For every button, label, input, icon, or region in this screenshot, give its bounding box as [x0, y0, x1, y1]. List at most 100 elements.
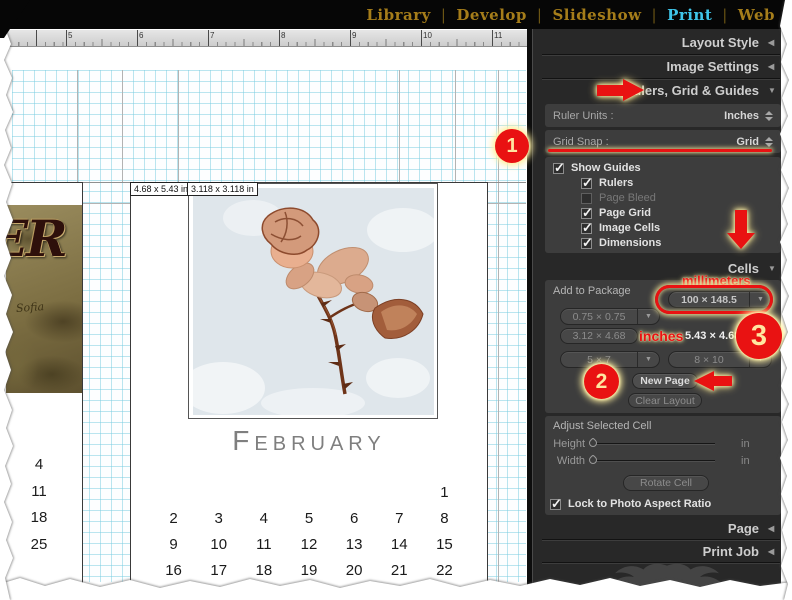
- ruler-number: 11: [494, 31, 502, 40]
- grid-guide-vertical: [455, 70, 456, 182]
- cells-content-box: Add to Package 0.75 × 0.75 ▼ 100 × 148.5…: [545, 280, 781, 413]
- slider-knob[interactable]: [587, 454, 598, 465]
- divider: [542, 78, 780, 80]
- divider: [542, 539, 780, 541]
- calendar-day: 2: [151, 505, 196, 531]
- ruler-units-select[interactable]: Ruler Units : Inches: [545, 104, 781, 127]
- width-slider[interactable]: Width in: [545, 454, 750, 468]
- add-to-package-label: Add to Package: [553, 285, 631, 297]
- calendar-day: 15: [422, 531, 467, 557]
- calendar-day: 5: [286, 505, 331, 531]
- height-slider[interactable]: Height in: [545, 437, 750, 451]
- calendar-day: 8: [422, 505, 467, 531]
- calendar-cell-left[interactable]: ER Sofia 4111825: [6, 182, 83, 600]
- lock-aspect-ratio-checkbox[interactable]: Lock to Photo Aspect Ratio: [550, 497, 711, 511]
- preset-button-0-75x0-75[interactable]: 0.75 × 0.75 ▼: [560, 308, 660, 325]
- calendar-day: 3: [196, 505, 241, 531]
- panel-header-label: Image Settings: [667, 59, 759, 74]
- slider-track[interactable]: [593, 460, 715, 462]
- calendar-day: 13: [332, 531, 377, 557]
- calendar-day: [332, 479, 377, 505]
- print-canvas: 567891011 ER Sofia 4111825 4.68 x 5.43 i…: [0, 29, 527, 600]
- calendar-day: [241, 479, 286, 505]
- rose-photo: [193, 188, 434, 415]
- width-unit: in: [741, 455, 750, 467]
- module-tab-print[interactable]: Print: [667, 6, 712, 24]
- guide-label: Page Bleed: [599, 192, 656, 204]
- height-unit: in: [741, 438, 750, 450]
- ruler-major-ticks: [0, 30, 527, 47]
- guide-checkbox-dimensions[interactable]: Dimensions: [581, 236, 661, 250]
- show-guides-checkbox[interactable]: Show Guides: [553, 161, 641, 175]
- checkbox-icon: [581, 238, 592, 249]
- preset-button-5x7[interactable]: 5 × 7 ▼: [560, 351, 660, 368]
- module-tab-develop[interactable]: Develop: [456, 6, 527, 24]
- ruler-units-value: Inches: [724, 110, 759, 122]
- dropdown-arrow-icon[interactable]: ▼: [749, 292, 771, 307]
- left-cell-day-numbers: 4111825: [6, 183, 82, 599]
- calendar-day: 28: [377, 583, 422, 600]
- calendar-day: 25: [26, 536, 52, 553]
- module-tab-library[interactable]: Library: [366, 6, 430, 24]
- panel-header-rulers-grid-guides[interactable]: Rulers, Grid & Guides ▼: [542, 82, 780, 98]
- cell-dimension-label: 4.68 x 5.43 in: [130, 182, 192, 196]
- grid-guide-vertical: [498, 70, 499, 582]
- collapse-left-icon: ◀: [768, 38, 780, 47]
- guide-checkbox-rulers[interactable]: Rulers: [581, 176, 633, 190]
- calendar-day: 4: [241, 505, 286, 531]
- adjust-selected-cell-label: Adjust Selected Cell: [553, 420, 651, 432]
- slider-track[interactable]: [593, 443, 715, 445]
- module-tab-web[interactable]: Web: [738, 6, 775, 24]
- grid-snap-select[interactable]: Grid Snap : Grid: [545, 130, 781, 153]
- clear-layout-button[interactable]: Clear Layout: [628, 393, 702, 408]
- calendar-day: 27: [332, 583, 377, 600]
- dropdown-arrow-icon[interactable]: ▼: [637, 309, 659, 324]
- guide-label: Dimensions: [599, 237, 661, 249]
- calendar-day: 12: [286, 531, 331, 557]
- checkbox-icon: [553, 163, 564, 174]
- panel-header-print-job[interactable]: Print Job ◀: [542, 543, 780, 559]
- preset-button-100x148-5[interactable]: 100 × 148.5 ▼: [668, 291, 772, 308]
- calendar-day: 4: [26, 456, 52, 473]
- new-page-button[interactable]: New Page: [632, 373, 698, 389]
- grid-snap-label: Grid Snap :: [553, 136, 609, 148]
- calendar-day: 21: [377, 557, 422, 583]
- calendar-day: 18: [26, 509, 52, 526]
- dropdown-arrow-icon[interactable]: ▼: [637, 352, 659, 367]
- preset-button-8x10[interactable]: 8 × 10 ▼: [668, 351, 772, 368]
- preset-button-3-12x4-68[interactable]: 3.12 × 4.68: [560, 328, 638, 344]
- show-guides-label: Show Guides: [571, 162, 641, 174]
- module-picker-bar: Library|Develop|Slideshow|Print|Web: [0, 0, 792, 29]
- calendar-day: 10: [196, 531, 241, 557]
- checkbox-icon: [581, 178, 592, 189]
- image-cell[interactable]: [188, 183, 438, 419]
- right-panel: Layout Style ◀ Image Settings ◀ Rulers, …: [527, 29, 781, 600]
- calendar-day: 22: [422, 557, 467, 583]
- panel-header-image-settings[interactable]: Image Settings ◀: [542, 58, 780, 74]
- ruler-number: 9: [352, 31, 356, 40]
- rotate-cell-button[interactable]: Rotate Cell: [623, 475, 709, 491]
- expand-down-icon: ▼: [768, 264, 780, 273]
- ruler-number: 10: [423, 31, 432, 40]
- panel-header-label: Layout Style: [682, 35, 759, 50]
- calendar-cell-february[interactable]: 4.68 x 5.43 in: [130, 182, 488, 600]
- guide-checkbox-image-cells[interactable]: Image Cells: [581, 221, 660, 235]
- checkbox-icon: [550, 499, 561, 510]
- month-title: February: [131, 425, 487, 457]
- guide-checkbox-page-grid[interactable]: Page Grid: [581, 206, 651, 220]
- calendar-day: 17: [196, 557, 241, 583]
- preset-button-5-43x4-68[interactable]: 5.43 × 4.68: [685, 330, 740, 342]
- module-tab-slideshow[interactable]: Slideshow: [552, 6, 641, 24]
- panel-header-layout-style[interactable]: Layout Style ◀: [542, 34, 780, 50]
- lightroom-print-screenshot: Library|Develop|Slideshow|Print|Web 5678…: [0, 0, 792, 600]
- guide-checkbox-page-bleed[interactable]: Page Bleed: [581, 191, 656, 205]
- spin-control-icon: [765, 137, 773, 147]
- panel-header-cells[interactable]: Cells ▼: [542, 260, 780, 276]
- width-label: Width: [545, 455, 585, 467]
- panel-header-page[interactable]: Page ◀: [542, 520, 780, 536]
- calendar-day: 7: [377, 505, 422, 531]
- calendar-day: 14: [377, 531, 422, 557]
- divider: [542, 54, 780, 56]
- slider-knob[interactable]: [587, 437, 598, 448]
- dropdown-arrow-icon[interactable]: ▼: [749, 352, 771, 367]
